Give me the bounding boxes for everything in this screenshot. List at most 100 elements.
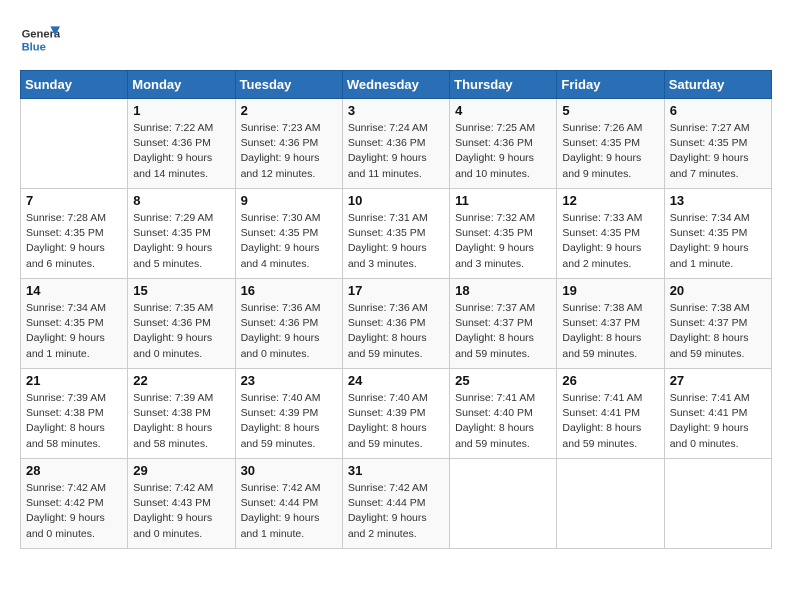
day-number: 15 xyxy=(133,283,229,298)
day-number: 19 xyxy=(562,283,658,298)
day-info: Sunrise: 7:40 AM Sunset: 4:39 PM Dayligh… xyxy=(348,391,444,452)
day-info: Sunrise: 7:39 AM Sunset: 4:38 PM Dayligh… xyxy=(133,391,229,452)
day-info: Sunrise: 7:37 AM Sunset: 4:37 PM Dayligh… xyxy=(455,301,551,362)
weekday-header-sunday: Sunday xyxy=(21,71,128,99)
calendar-cell xyxy=(557,459,664,549)
day-number: 21 xyxy=(26,373,122,388)
day-info: Sunrise: 7:33 AM Sunset: 4:35 PM Dayligh… xyxy=(562,211,658,272)
calendar-cell: 31Sunrise: 7:42 AM Sunset: 4:44 PM Dayli… xyxy=(342,459,449,549)
day-number: 10 xyxy=(348,193,444,208)
day-number: 8 xyxy=(133,193,229,208)
day-info: Sunrise: 7:35 AM Sunset: 4:36 PM Dayligh… xyxy=(133,301,229,362)
day-number: 25 xyxy=(455,373,551,388)
calendar-cell xyxy=(450,459,557,549)
calendar-cell: 12Sunrise: 7:33 AM Sunset: 4:35 PM Dayli… xyxy=(557,189,664,279)
calendar-cell: 19 Sunrise: 7:38 AM Sunset: 4:37 PM Dayli… xyxy=(557,279,664,369)
day-info: Sunrise: 7:41 AM Sunset: 4:41 PM Dayligh… xyxy=(562,391,658,452)
weekday-header-wednesday: Wednesday xyxy=(342,71,449,99)
calendar-cell: 30 Sunrise: 7:42 AM Sunset: 4:44 PM Dayli… xyxy=(235,459,342,549)
calendar-cell: 8 Sunrise: 7:29 AM Sunset: 4:35 PM Daylig… xyxy=(128,189,235,279)
day-info: Sunrise: 7:42 AM Sunset: 4:44 PM Dayligh… xyxy=(241,481,337,542)
calendar-cell: 16 Sunrise: 7:36 AM Sunset: 4:36 PM Dayli… xyxy=(235,279,342,369)
day-info: Sunrise: 7:41 AM Sunset: 4:41 PM Dayligh… xyxy=(670,391,766,452)
calendar-week-row: 21 Sunrise: 7:39 AM Sunset: 4:38 PM Dayli… xyxy=(21,369,772,459)
weekday-header-monday: Monday xyxy=(128,71,235,99)
day-info: Sunrise: 7:32 AM Sunset: 4:35 PM Dayligh… xyxy=(455,211,551,272)
weekday-header-saturday: Saturday xyxy=(664,71,771,99)
calendar-cell: 21 Sunrise: 7:39 AM Sunset: 4:38 PM Dayli… xyxy=(21,369,128,459)
day-info: Sunrise: 7:24 AM Sunset: 4:36 PM Dayligh… xyxy=(348,121,444,182)
calendar-cell: 26 Sunrise: 7:41 AM Sunset: 4:41 PM Dayli… xyxy=(557,369,664,459)
day-info: Sunrise: 7:42 AM Sunset: 4:42 PM Dayligh… xyxy=(26,481,122,542)
day-info: Sunrise: 7:27 AM Sunset: 4:35 PM Dayligh… xyxy=(670,121,766,182)
calendar-cell: 13 Sunrise: 7:34 AM Sunset: 4:35 PM Dayli… xyxy=(664,189,771,279)
day-number: 23 xyxy=(241,373,337,388)
page-header: General Blue xyxy=(20,20,772,60)
day-info: Sunrise: 7:38 AM Sunset: 4:37 PM Dayligh… xyxy=(670,301,766,362)
calendar-cell: 10 Sunrise: 7:31 AM Sunset: 4:35 PM Dayli… xyxy=(342,189,449,279)
day-info: Sunrise: 7:42 AM Sunset: 4:44 PM Dayligh… xyxy=(348,481,444,542)
day-info: Sunrise: 7:42 AM Sunset: 4:43 PM Dayligh… xyxy=(133,481,229,542)
day-number: 30 xyxy=(241,463,337,478)
day-info: Sunrise: 7:30 AM Sunset: 4:35 PM Dayligh… xyxy=(241,211,337,272)
day-number: 24 xyxy=(348,373,444,388)
calendar-cell: 18 Sunrise: 7:37 AM Sunset: 4:37 PM Dayli… xyxy=(450,279,557,369)
day-number: 13 xyxy=(670,193,766,208)
day-number: 18 xyxy=(455,283,551,298)
day-info: Sunrise: 7:36 AM Sunset: 4:36 PM Dayligh… xyxy=(241,301,337,362)
day-number: 11 xyxy=(455,193,551,208)
day-info: Sunrise: 7:38 AM Sunset: 4:37 PM Dayligh… xyxy=(562,301,658,362)
calendar-cell: 27Sunrise: 7:41 AM Sunset: 4:41 PM Dayli… xyxy=(664,369,771,459)
day-number: 9 xyxy=(241,193,337,208)
calendar-cell: 14Sunrise: 7:34 AM Sunset: 4:35 PM Dayli… xyxy=(21,279,128,369)
calendar-cell xyxy=(21,99,128,189)
day-number: 2 xyxy=(241,103,337,118)
calendar-cell: 2 Sunrise: 7:23 AM Sunset: 4:36 PM Daylig… xyxy=(235,99,342,189)
calendar-body: 1Sunrise: 7:22 AM Sunset: 4:36 PM Daylig… xyxy=(21,99,772,549)
day-info: Sunrise: 7:29 AM Sunset: 4:35 PM Dayligh… xyxy=(133,211,229,272)
calendar-cell: 9 Sunrise: 7:30 AM Sunset: 4:35 PM Daylig… xyxy=(235,189,342,279)
calendar-cell: 25 Sunrise: 7:41 AM Sunset: 4:40 PM Dayli… xyxy=(450,369,557,459)
day-info: Sunrise: 7:39 AM Sunset: 4:38 PM Dayligh… xyxy=(26,391,122,452)
calendar-cell: 24 Sunrise: 7:40 AM Sunset: 4:39 PM Dayli… xyxy=(342,369,449,459)
weekday-header-tuesday: Tuesday xyxy=(235,71,342,99)
calendar-cell xyxy=(664,459,771,549)
day-number: 4 xyxy=(455,103,551,118)
calendar-cell: 6 Sunrise: 7:27 AM Sunset: 4:35 PM Daylig… xyxy=(664,99,771,189)
day-info: Sunrise: 7:26 AM Sunset: 4:35 PM Dayligh… xyxy=(562,121,658,182)
calendar-week-row: 14Sunrise: 7:34 AM Sunset: 4:35 PM Dayli… xyxy=(21,279,772,369)
day-info: Sunrise: 7:34 AM Sunset: 4:35 PM Dayligh… xyxy=(26,301,122,362)
calendar-cell: 29Sunrise: 7:42 AM Sunset: 4:43 PM Dayli… xyxy=(128,459,235,549)
calendar-cell: 7 Sunrise: 7:28 AM Sunset: 4:35 PM Daylig… xyxy=(21,189,128,279)
day-info: Sunrise: 7:28 AM Sunset: 4:35 PM Dayligh… xyxy=(26,211,122,272)
day-number: 16 xyxy=(241,283,337,298)
calendar-header-row: SundayMondayTuesdayWednesdayThursdayFrid… xyxy=(21,71,772,99)
calendar-cell: 11 Sunrise: 7:32 AM Sunset: 4:35 PM Dayli… xyxy=(450,189,557,279)
calendar-cell: 20Sunrise: 7:38 AM Sunset: 4:37 PM Dayli… xyxy=(664,279,771,369)
svg-text:Blue: Blue xyxy=(22,41,46,53)
calendar-cell: 15 Sunrise: 7:35 AM Sunset: 4:36 PM Dayli… xyxy=(128,279,235,369)
calendar-table: SundayMondayTuesdayWednesdayThursdayFrid… xyxy=(20,70,772,549)
calendar-cell: 1Sunrise: 7:22 AM Sunset: 4:36 PM Daylig… xyxy=(128,99,235,189)
day-info: Sunrise: 7:34 AM Sunset: 4:35 PM Dayligh… xyxy=(670,211,766,272)
day-number: 22 xyxy=(133,373,229,388)
day-info: Sunrise: 7:23 AM Sunset: 4:36 PM Dayligh… xyxy=(241,121,337,182)
day-number: 26 xyxy=(562,373,658,388)
logo: General Blue xyxy=(20,20,64,60)
day-info: Sunrise: 7:25 AM Sunset: 4:36 PM Dayligh… xyxy=(455,121,551,182)
day-info: Sunrise: 7:22 AM Sunset: 4:36 PM Dayligh… xyxy=(133,121,229,182)
day-number: 3 xyxy=(348,103,444,118)
day-info: Sunrise: 7:41 AM Sunset: 4:40 PM Dayligh… xyxy=(455,391,551,452)
calendar-cell: 22 Sunrise: 7:39 AM Sunset: 4:38 PM Dayli… xyxy=(128,369,235,459)
calendar-week-row: 1Sunrise: 7:22 AM Sunset: 4:36 PM Daylig… xyxy=(21,99,772,189)
day-info: Sunrise: 7:31 AM Sunset: 4:35 PM Dayligh… xyxy=(348,211,444,272)
calendar-cell: 4 Sunrise: 7:25 AM Sunset: 4:36 PM Daylig… xyxy=(450,99,557,189)
day-number: 6 xyxy=(670,103,766,118)
calendar-cell: 3 Sunrise: 7:24 AM Sunset: 4:36 PM Daylig… xyxy=(342,99,449,189)
calendar-cell: 28Sunrise: 7:42 AM Sunset: 4:42 PM Dayli… xyxy=(21,459,128,549)
calendar-cell: 5Sunrise: 7:26 AM Sunset: 4:35 PM Daylig… xyxy=(557,99,664,189)
weekday-header-friday: Friday xyxy=(557,71,664,99)
calendar-week-row: 7 Sunrise: 7:28 AM Sunset: 4:35 PM Daylig… xyxy=(21,189,772,279)
day-number: 7 xyxy=(26,193,122,208)
calendar-cell: 23Sunrise: 7:40 AM Sunset: 4:39 PM Dayli… xyxy=(235,369,342,459)
